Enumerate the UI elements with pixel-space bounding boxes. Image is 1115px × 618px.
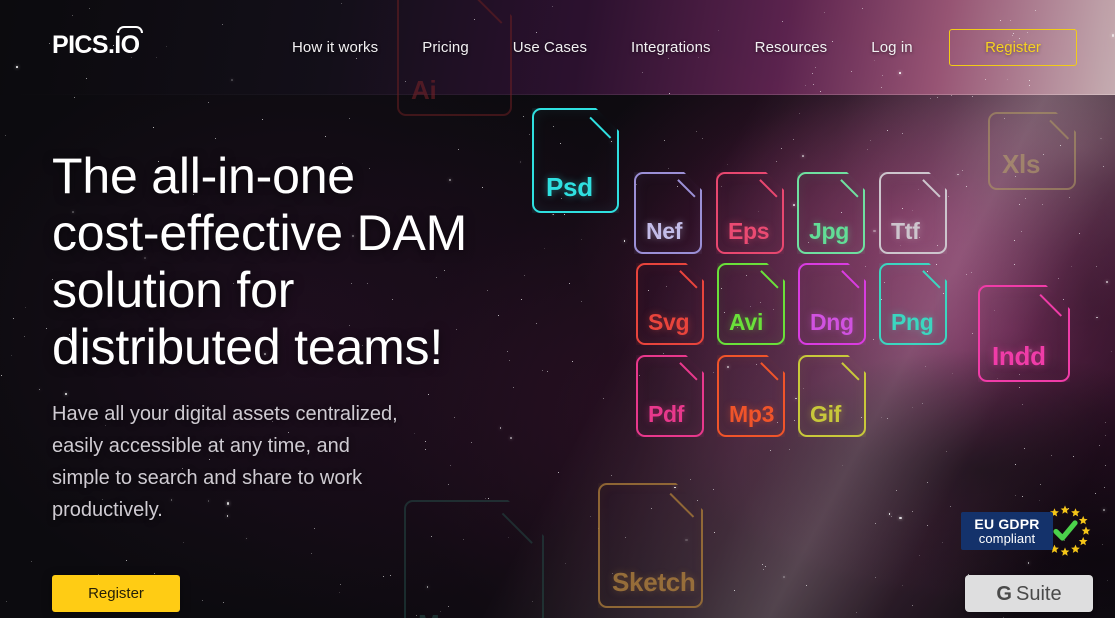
file-card-label: Mov (406, 611, 469, 618)
gdpr-compliance-badge: EU GDPR compliant (961, 505, 1093, 557)
file-card-png: Png (879, 263, 947, 345)
hero-subheading-line: Have all your digital assets centralized… (52, 403, 398, 425)
file-card-jpg: Jpg (797, 172, 865, 254)
file-card-fold-edge (922, 255, 956, 289)
file-card-svg: Svg (636, 263, 704, 345)
file-card-label: Jpg (809, 218, 849, 244)
file-card-fold-edge (679, 255, 713, 289)
hero-heading-line: distributed teams! (52, 319, 444, 375)
file-card-label: Sketch (612, 567, 696, 597)
camera-icon (117, 26, 144, 33)
nav-item-pricing[interactable]: Pricing (400, 31, 491, 64)
file-card-fold-edge (669, 471, 716, 518)
header-register-label: Register (985, 39, 1041, 56)
file-card-fold-edge (760, 347, 794, 381)
landing-page-hero: Ai Psd Xls Nef Eps Jpg Ttf Svg Avi Dng Png Indd Pdf M… (0, 0, 1115, 618)
file-card-xls: Xls (988, 112, 1076, 190)
gsuite-label: Suite (1015, 582, 1062, 605)
hero-content: The all-in-one cost-effective DAM solution… (52, 148, 572, 526)
file-card-label: Nef (646, 218, 683, 244)
file-card-label: Svg (648, 309, 690, 335)
nav-item-integrations[interactable]: Integrations (609, 31, 733, 64)
file-card-label: Dng (810, 309, 854, 335)
hero-heading: The all-in-one cost-effective DAM solution… (52, 148, 572, 376)
logo-io-label: IO (114, 31, 140, 59)
nav-item-log-in[interactable]: Log in (849, 31, 934, 64)
file-card-fold-edge (677, 164, 711, 198)
file-card-fold-edge (1049, 103, 1086, 140)
file-card-fold-edge (841, 255, 875, 289)
file-card-fold-edge (759, 164, 793, 198)
gdpr-label-box: EU GDPR compliant (961, 512, 1053, 550)
gsuite-g-letter: G (996, 582, 1012, 605)
file-card-label: Eps (728, 218, 770, 244)
nav-item-use-cases[interactable]: Use Cases (491, 31, 609, 64)
file-card-fold-edge (1039, 274, 1081, 316)
hero-subheading-line: simple to search and share to work (52, 467, 363, 489)
file-card-nef: Nef (634, 172, 702, 254)
file-card-label: Mp3 (729, 401, 775, 427)
site-header: PICS. IO How it works Pricing Use Cases Int… (0, 0, 1115, 95)
file-card-dng: Dng (798, 263, 866, 345)
file-card-avi: Avi (717, 263, 785, 345)
gsuite-badge[interactable]: G Suite (965, 575, 1093, 612)
header-register-button[interactable]: Register (949, 29, 1077, 66)
hero-register-button[interactable]: Register (52, 575, 180, 612)
nav-item-how-it-works[interactable]: How it works (270, 31, 400, 64)
hero-heading-line: solution for (52, 262, 295, 318)
logo-text-main: PICS. (52, 31, 115, 59)
nav-item-resources[interactable]: Resources (733, 31, 850, 64)
hero-heading-line: cost-effective DAM (52, 205, 468, 261)
file-card-fold-edge (840, 164, 874, 198)
file-card-sketch: Sketch (598, 483, 703, 608)
file-card-label: Png (891, 309, 934, 335)
file-card-fold-edge (760, 255, 794, 289)
file-card-label: Pdf (648, 401, 685, 427)
file-card-gif: Gif (798, 355, 866, 437)
file-card-label: Gif (810, 401, 842, 427)
gdpr-line-2: compliant (978, 530, 1036, 546)
logo-text-io: IO (114, 26, 144, 59)
file-card-fold-edge (679, 347, 713, 381)
file-card-label: Indd (992, 341, 1046, 371)
file-card-label: Xls (1002, 149, 1041, 179)
file-card-pdf: Pdf (636, 355, 704, 437)
file-card-fold-edge (922, 164, 956, 198)
file-card-indd: Indd (978, 285, 1070, 382)
file-card-mp3: Mp3 (717, 355, 785, 437)
hero-subheading-line: productively. (52, 499, 163, 521)
file-card-fold-edge (841, 347, 875, 381)
gdpr-line-1: EU GDPR (974, 515, 1040, 532)
file-card-fold-edge (589, 98, 630, 139)
hero-heading-line: The all-in-one (52, 148, 355, 204)
file-card-label: Ttf (891, 218, 920, 244)
file-card-label: Avi (729, 309, 764, 335)
hero-subheading: Have all your digital assets centralized… (52, 398, 572, 526)
logo[interactable]: PICS. IO (52, 26, 144, 59)
hero-register-label: Register (88, 585, 144, 602)
hero-subheading-line: easily accessible at any time, and (52, 435, 350, 457)
main-navigation: How it works Pricing Use Cases Integrations… (270, 0, 935, 95)
file-card-eps: Eps (716, 172, 784, 254)
file-card-ttf: Ttf (879, 172, 947, 254)
